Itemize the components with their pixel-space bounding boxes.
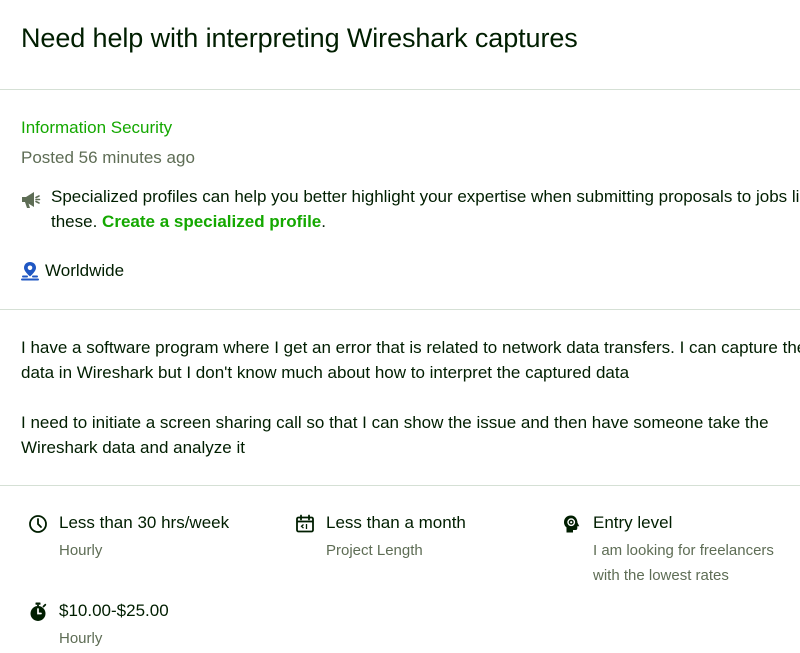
feature-subtitle: Project Length [326, 542, 423, 559]
divider [0, 309, 800, 310]
feature-subtitle: Hourly [59, 630, 103, 647]
posted-time: Posted 56 minutes ago [21, 148, 195, 167]
job-title: Need help with interpreting Wireshark ca… [21, 23, 578, 53]
feature-subtitle: I am looking for freelancers with the low… [593, 542, 774, 584]
divider [0, 485, 800, 486]
feature-subtitle: Hourly [59, 542, 103, 559]
feature-title: Entry level [593, 513, 673, 532]
calendar-icon [295, 514, 315, 534]
category-link[interactable]: Information Security [21, 117, 172, 139]
location-label: Worldwide [45, 261, 125, 280]
divider [0, 89, 800, 90]
promo-text: Specialized profiles can help you better… [51, 184, 800, 234]
expertise-icon [562, 514, 582, 534]
megaphone-icon [21, 190, 41, 210]
job-details-page: Need help with interpreting Wireshark ca… [0, 0, 800, 653]
stopwatch-icon [28, 602, 48, 622]
feature-title: Less than a month [326, 513, 466, 532]
description-paragraph: I have a software program where I get an… [21, 338, 800, 382]
feature-title: $10.00-$25.00 [59, 601, 169, 620]
create-specialized-profile-link[interactable]: Create a specialized profile [102, 212, 321, 231]
location-pin-icon [21, 261, 39, 281]
promo-suffix: . [321, 212, 326, 231]
feature-title: Less than 30 hrs/week [59, 513, 230, 532]
clock-icon [28, 514, 48, 534]
description-paragraph: I need to initiate a screen sharing call… [21, 413, 769, 457]
